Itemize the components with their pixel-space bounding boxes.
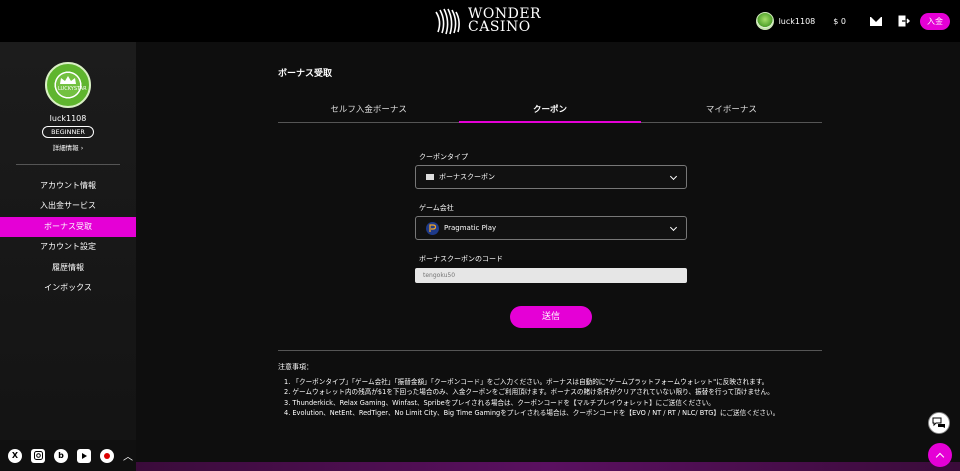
coupon-type-select[interactable]: ボーナスクーポン bbox=[415, 165, 687, 189]
sidebar-item-account-settings[interactable]: アカウント設定 bbox=[0, 237, 136, 257]
provider-label: ゲーム会社 bbox=[419, 204, 454, 212]
coupon-code-input[interactable] bbox=[415, 268, 687, 283]
sidebar-divider bbox=[16, 164, 120, 165]
user-area: luck1108 $ 0 入金 bbox=[755, 10, 950, 32]
ticket-icon bbox=[426, 174, 434, 180]
logout-icon[interactable] bbox=[898, 15, 910, 27]
social-links: X b ︿ bbox=[0, 440, 136, 471]
casino-logo[interactable]: WONDER CASINO bbox=[430, 4, 541, 38]
avatar[interactable] bbox=[755, 12, 774, 30]
list-item: 4. Evolution、NetEnt、RedTiger、No Limit Ci… bbox=[284, 408, 780, 417]
list-item: 3. Thunderkick、Relax Gaming、Winfast、Spri… bbox=[284, 398, 715, 407]
rank-badge: BEGINNER bbox=[42, 126, 94, 138]
notes-title: 注意事項： bbox=[278, 363, 313, 371]
sidebar-item-deposit-withdraw[interactable]: 入出金サービス bbox=[0, 196, 136, 216]
chevron-down-icon bbox=[669, 223, 678, 232]
coupon-type-label: クーポンタイプ bbox=[419, 153, 468, 161]
sidebar: LUCKYSTAR luck1108 BEGINNER 詳細情報 › アカウント… bbox=[0, 42, 136, 471]
page-title: ボーナス受取 bbox=[278, 69, 333, 79]
avatar-badge-text: LUCKYSTAR bbox=[58, 76, 87, 92]
chevron-down-icon bbox=[669, 172, 678, 181]
sidebar-item-bonus[interactable]: ボーナス受取 bbox=[0, 216, 136, 237]
scroll-top-button[interactable] bbox=[928, 443, 952, 467]
provider-select[interactable]: Pragmatic Play bbox=[415, 216, 687, 240]
chevron-up-icon[interactable]: ︿ bbox=[123, 448, 133, 463]
list-item: 1. 「クーポンタイプ」「ゲーム会社」「振替金額」「クーポンコード」をご入力くだ… bbox=[284, 378, 769, 386]
header-username[interactable]: luck1108 bbox=[779, 17, 816, 26]
logo-line2: CASINO bbox=[468, 19, 531, 35]
submit-button[interactable]: 送信 bbox=[510, 306, 592, 328]
detail-link[interactable]: 詳細情報 › bbox=[0, 142, 136, 152]
notes-list: 1. 「クーポンタイプ」「ゲーム会社」「振替金額」「クーポンコード」をご入力くだ… bbox=[284, 377, 824, 418]
instagram-icon[interactable] bbox=[31, 448, 45, 463]
coupon-code-label: ボーナスクーポンのコード bbox=[419, 255, 503, 263]
tab-self-deposit-bonus[interactable]: セルフ入金ボーナス bbox=[278, 100, 459, 122]
tab-coupon[interactable]: クーポン bbox=[459, 100, 641, 123]
pragmatic-play-icon bbox=[426, 221, 439, 235]
main-content: ボーナス受取 セルフ入金ボーナス クーポン マイボーナス クーポンタイプ ボーナ… bbox=[136, 42, 960, 471]
coupon-type-value: ボーナスクーポン bbox=[439, 173, 495, 181]
notes-divider bbox=[278, 350, 822, 351]
japan-flag-icon[interactable] bbox=[100, 448, 114, 463]
profile-avatar[interactable]: LUCKYSTAR bbox=[45, 62, 91, 108]
chevron-up-icon bbox=[935, 452, 945, 461]
sidebar-item-history[interactable]: 履歴情報 bbox=[0, 258, 136, 278]
deposit-button[interactable]: 入金 bbox=[920, 12, 950, 30]
sidebar-menu: アカウント情報 入出金サービス ボーナス受取 アカウント設定 履歴情報 インボッ… bbox=[0, 176, 136, 298]
sidebar-item-inbox[interactable]: インボックス bbox=[0, 278, 136, 298]
logo-wordmark: WONDER CASINO bbox=[468, 7, 541, 35]
chat-button[interactable] bbox=[928, 412, 950, 434]
top-bar: WONDER CASINO luck1108 $ 0 入金 bbox=[0, 0, 960, 42]
bonus-tabs: セルフ入金ボーナス クーポン マイボーナス bbox=[278, 100, 822, 123]
crown-icon bbox=[60, 76, 76, 84]
youtube-icon[interactable] bbox=[77, 448, 91, 463]
sidebar-username: luck1108 bbox=[49, 114, 87, 123]
balance: $ 0 bbox=[833, 16, 846, 26]
mail-icon[interactable] bbox=[870, 16, 882, 26]
footer-strip bbox=[136, 462, 960, 471]
tab-my-bonus[interactable]: マイボーナス bbox=[641, 100, 822, 122]
avatar-text: LUCKYSTAR bbox=[58, 86, 87, 92]
list-item: 2. ゲームウォレット内の残高が$1を下回った場合のみ、入金クーポンをご利用頂け… bbox=[284, 388, 774, 397]
b-icon[interactable]: b bbox=[54, 448, 68, 463]
logo-emblem-icon bbox=[435, 8, 460, 35]
x-icon[interactable]: X bbox=[8, 448, 22, 463]
chat-icon bbox=[932, 417, 945, 428]
provider-value: Pragmatic Play bbox=[444, 224, 497, 232]
sidebar-item-account-info[interactable]: アカウント情報 bbox=[0, 176, 136, 196]
